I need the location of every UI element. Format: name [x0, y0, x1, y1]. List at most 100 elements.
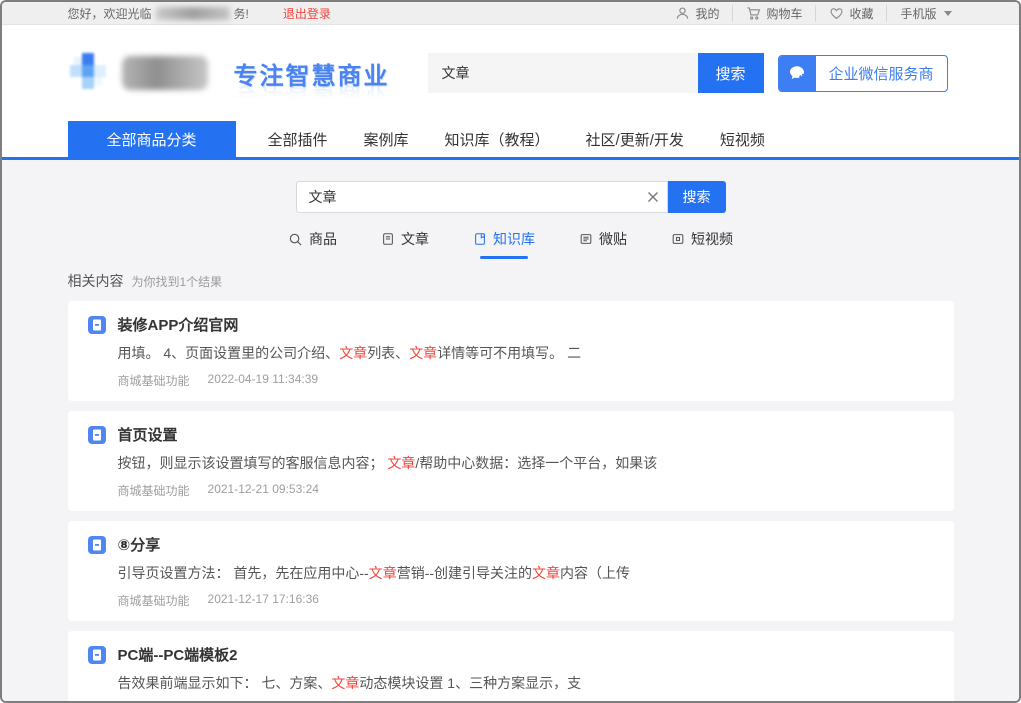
greeting-prefix: 您好，欢迎光临 [68, 5, 152, 22]
result-desc: 用填。 4、页面设置里的公司介绍、文章列表、文章详情等可不用填写。 二 [118, 344, 934, 363]
topbar: 您好，欢迎光临 务! 退出登录 我的 购物车 收藏 手 [2, 2, 1019, 25]
tab-short-videos[interactable]: 短视频 [671, 229, 733, 259]
mobile-version-dropdown[interactable]: 手机版 [886, 5, 953, 22]
wecom-service-button[interactable]: 企业微信服务商 [778, 55, 948, 92]
wecom-service-label: 企业微信服务商 [816, 63, 947, 84]
header-search-input[interactable] [428, 53, 698, 93]
document-icon [88, 316, 106, 334]
cart-link[interactable]: 购物车 [732, 5, 815, 22]
tab-articles[interactable]: 文章 [381, 229, 429, 259]
result-meta: 商城基础功能 2021-12-21 09:53:24 [118, 482, 934, 499]
logo-icon [68, 51, 112, 95]
cart-label: 购物车 [766, 5, 802, 22]
result-card[interactable]: PC端--PC端模板2 告效果前端显示如下： 七、方案、文章动态模块设置 1、三… [68, 631, 954, 701]
result-title: 装修APP介绍官网 [118, 314, 239, 335]
main-search-box [296, 181, 668, 213]
result-title: 首页设置 [118, 424, 178, 445]
main-search-button[interactable]: 搜索 [668, 181, 726, 213]
result-meta: 商城基础功能 2022-04-19 11:34:39 [118, 372, 934, 389]
document-icon [88, 426, 106, 444]
logout-link[interactable]: 退出登录 [283, 5, 331, 22]
tab-knowledge-base-label: 知识库 [493, 229, 535, 249]
list-icon [579, 232, 593, 246]
tab-articles-label: 文章 [401, 229, 429, 249]
result-time: 2022-04-19 11:34:39 [208, 372, 319, 389]
main-nav: 全部商品分类 全部插件 案例库 知识库（教程） 社区/更新/开发 短视频 [2, 121, 1019, 157]
nav-item-short-video[interactable]: 短视频 [720, 121, 765, 157]
heart-icon [829, 6, 844, 21]
highlighted-keyword: 文章 [387, 455, 415, 471]
results-count: 为你找到1个结果 [132, 273, 223, 290]
result-category: 商城基础功能 [118, 372, 190, 389]
header-search-button[interactable]: 搜索 [698, 53, 764, 93]
nav-item-community[interactable]: 社区/更新/开发 [586, 121, 684, 157]
result-meta: 商城基础功能 2021-12-17 17:16:36 [118, 592, 934, 609]
site-logo[interactable]: 专注智慧商业 专注智慧商业 [68, 51, 400, 95]
greeting-suffix: 务! [234, 5, 249, 22]
highlighted-keyword: 文章 [409, 345, 437, 361]
highlighted-keyword: 文章 [532, 565, 560, 581]
greeting-text: 您好，欢迎光临 务! [68, 5, 249, 22]
result-desc: 告效果前端显示如下： 七、方案、文章动态模块设置 1、三种方案显示，支 [118, 674, 934, 693]
result-category: 商城基础功能 [118, 482, 190, 499]
desc-text: 按钮，则显示该设置填写的客服信息内容； [118, 455, 388, 471]
result-time: 2021-12-21 09:53:24 [208, 482, 319, 499]
article-icon [381, 232, 395, 246]
logo-slogan-wrap: 专注智慧商业 专注智慧商业 [234, 56, 390, 91]
tab-products[interactable]: 商品 [288, 229, 337, 259]
browser-window: 您好，欢迎光临 务! 退出登录 我的 购物车 收藏 手 [0, 0, 1021, 703]
document-icon [88, 536, 106, 554]
desc-text: 告效果前端显示如下： 七、方案、 [118, 675, 332, 691]
cart-icon [746, 6, 761, 21]
result-card[interactable]: 装修APP介绍官网 用填。 4、页面设置里的公司介绍、文章列表、文章详情等可不用… [68, 301, 954, 401]
tab-products-label: 商品 [309, 229, 337, 249]
nav-item-knowledge-base[interactable]: 知识库（教程） [445, 121, 550, 157]
favorites-label: 收藏 [849, 5, 873, 22]
result-desc: 按钮，则显示该设置填写的客服信息内容； 文章/帮助中心数据：选择一个平台，如果该 [118, 454, 934, 473]
result-title: PC端--PC端模板2 [118, 644, 238, 665]
desc-text: 列表、 [367, 345, 409, 361]
document-icon [88, 646, 106, 664]
favorites-link[interactable]: 收藏 [815, 5, 886, 22]
tab-micro-posts[interactable]: 微贴 [579, 229, 627, 259]
my-account-label: 我的 [695, 5, 719, 22]
desc-text: 内容（上传 [560, 565, 630, 581]
highlighted-keyword: 文章 [331, 675, 359, 691]
result-desc: 引导页设置方法： 首先，先在应用中心--文章营销--创建引导关注的文章内容（上传 [118, 564, 934, 583]
result-card[interactable]: 首页设置 按钮，则显示该设置填写的客服信息内容； 文章/帮助中心数据：选择一个平… [68, 411, 954, 511]
site-header: 专注智慧商业 专注智慧商业 搜索 企业微信服务商 [2, 25, 1019, 121]
main-search: 搜索 [296, 181, 726, 213]
desc-text: /帮助中心数据：选择一个平台，如果该 [415, 455, 657, 471]
blurred-username [156, 7, 230, 20]
tab-micro-posts-label: 微贴 [599, 229, 627, 249]
wecom-chat-icon [779, 55, 816, 92]
result-time: 2021-12-17 17:16:36 [208, 592, 319, 609]
result-title: ⑧分享 [118, 534, 161, 555]
results-title: 相关内容 [68, 271, 124, 291]
result-card[interactable]: ⑧分享 引导页设置方法： 首先，先在应用中心--文章营销--创建引导关注的文章内… [68, 521, 954, 621]
video-icon [671, 232, 685, 246]
highlighted-keyword: 文章 [369, 565, 397, 581]
header-search: 搜索 [428, 53, 764, 93]
clear-search-icon[interactable] [639, 191, 667, 203]
blurred-logo-text [122, 56, 208, 90]
highlighted-keyword: 文章 [339, 345, 367, 361]
mobile-version-label: 手机版 [900, 5, 936, 22]
desc-text: 用填。 4、页面设置里的公司介绍、 [118, 345, 340, 361]
search-icon [288, 232, 303, 247]
my-account-link[interactable]: 我的 [662, 5, 732, 22]
knowledge-icon [473, 232, 487, 246]
result-category: 商城基础功能 [118, 592, 190, 609]
nav-item-all-plugins[interactable]: 全部插件 [268, 121, 328, 157]
topbar-links: 我的 购物车 收藏 手机版 [662, 5, 953, 22]
content-area: 搜索 商品 文章 知识库 微贴 短视频 [2, 160, 1019, 701]
nav-item-all-categories[interactable]: 全部商品分类 [68, 121, 236, 157]
nav-item-case-library[interactable]: 案例库 [364, 121, 409, 157]
desc-text: 动态模块设置 1、三种方案显示，支 [359, 675, 581, 691]
user-icon [675, 6, 690, 21]
main-search-input[interactable] [297, 189, 639, 205]
logo-slogan-reflection: 专注智慧商业 [234, 78, 390, 113]
results-list: 装修APP介绍官网 用填。 4、页面设置里的公司介绍、文章列表、文章详情等可不用… [68, 301, 954, 701]
tab-knowledge-base[interactable]: 知识库 [473, 229, 535, 259]
result-type-tabs: 商品 文章 知识库 微贴 短视频 [2, 229, 1019, 259]
